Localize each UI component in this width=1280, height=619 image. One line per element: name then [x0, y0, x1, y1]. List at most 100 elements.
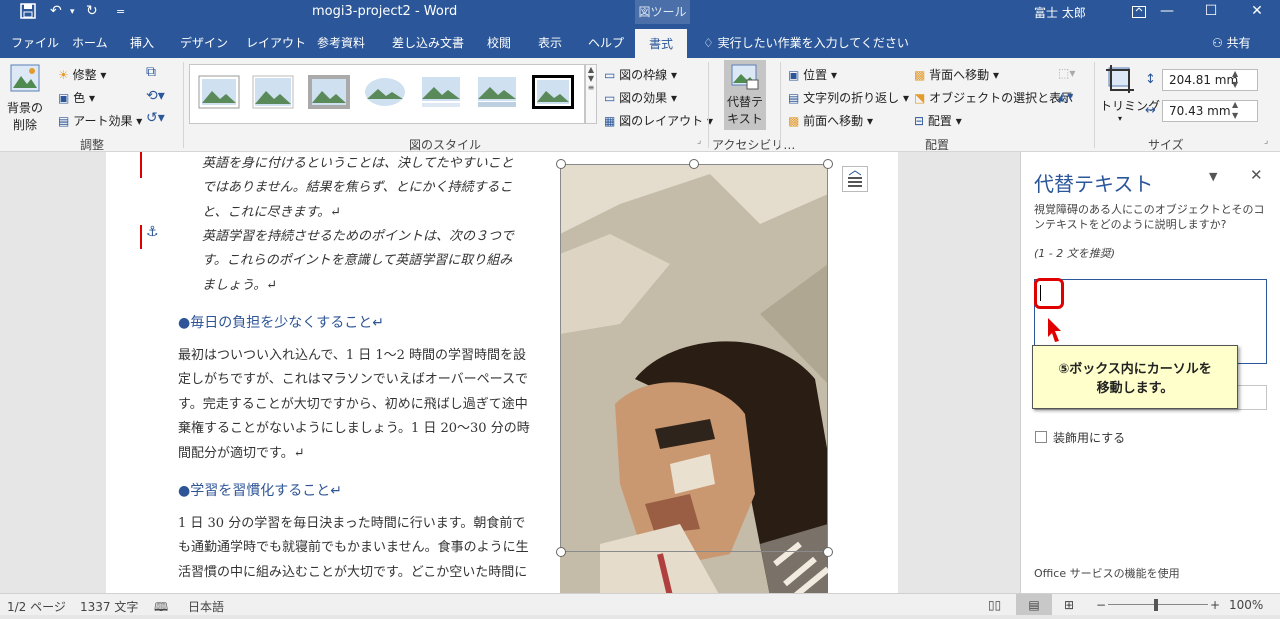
tab-references[interactable]: 参考資料: [317, 34, 365, 51]
tab-help[interactable]: ヘルプ: [588, 34, 624, 51]
document-area[interactable]: ⚓ 英語を身に付けるということは、決してたやすいこと ではありません。結果を焦ら…: [0, 152, 1020, 593]
person-icon: ⚇: [1212, 36, 1227, 50]
zoom-level[interactable]: 100%: [1229, 598, 1263, 612]
tab-home[interactable]: ホーム: [72, 34, 108, 51]
text-line: 棄権することがないようにしましょう。1 日 20～30 分の時: [178, 421, 530, 437]
gallery-scroll[interactable]: ▲ ▼ ≡: [585, 64, 597, 124]
height-spinner[interactable]: ▲ ▼: [1232, 68, 1238, 90]
save-icon[interactable]: [20, 3, 36, 23]
paragraph-3: 最初はついつい入れ込んで、1 日 1～2 時間の学習時間を設 定しがちですが、こ…: [178, 344, 530, 466]
proofing-icon[interactable]: 🕮: [154, 598, 168, 619]
picture-effects-button[interactable]: ▭ 図の効果 ▾: [604, 89, 677, 106]
change-picture-icon[interactable]: ⟲▾: [146, 88, 165, 104]
effects-icon: ▭: [604, 91, 616, 105]
document-page[interactable]: ⚓ 英語を身に付けるということは、決してたやすいこと ではありません。結果を焦ら…: [106, 152, 898, 593]
selection-pane-label: オブジェクトの選択と表示: [929, 91, 1074, 105]
separator: [780, 62, 781, 148]
undo-dropdown-icon[interactable]: ▾: [70, 7, 75, 17]
instruction-callout: ⑤ボックス内にカーソルを 移動します。: [1032, 345, 1238, 409]
style-thumb-5[interactable]: [420, 75, 462, 109]
style-thumb-2[interactable]: [252, 75, 294, 109]
minimize-icon[interactable]: —: [1144, 0, 1190, 24]
tab-layout[interactable]: レイアウト: [246, 34, 306, 51]
remove-background-label-1: 背景の: [6, 101, 43, 115]
send-backward-icon: ▩: [914, 68, 926, 82]
page-count[interactable]: 1/2 ページ: [7, 598, 66, 615]
tab-file[interactable]: ファイル: [11, 34, 59, 51]
zoom-out-icon[interactable]: −: [1096, 598, 1106, 612]
group-objects-icon[interactable]: ⬚▾: [1058, 66, 1075, 80]
dialog-launcher-icon[interactable]: ⌟: [1264, 136, 1268, 146]
style-thumb-7[interactable]: [532, 75, 574, 109]
layout-options-button[interactable]: [842, 166, 868, 192]
tab-format[interactable]: 書式: [635, 29, 688, 58]
rotate-icon[interactable]: ◭▾: [1058, 89, 1073, 103]
remove-background-button[interactable]: 背景の 削除: [6, 64, 44, 133]
maximize-icon[interactable]: ☐: [1188, 0, 1234, 24]
crop-button[interactable]: トリミング ▾: [1100, 64, 1160, 123]
callout-line-2: 移動します。: [1096, 381, 1174, 396]
context-tab-picture-tools: 図ツール: [635, 0, 690, 24]
color-button[interactable]: ▣ 色 ▾: [58, 89, 95, 106]
height-value: 204.81 mm: [1169, 73, 1239, 87]
picture-border-button[interactable]: ▭ 図の枠線 ▾: [604, 66, 677, 83]
resize-handle[interactable]: [823, 159, 833, 169]
position-button[interactable]: ▣ 位置 ▾: [788, 66, 837, 83]
height-field[interactable]: 204.81 mm: [1162, 69, 1258, 91]
user-name[interactable]: 富士 太郎: [1034, 4, 1086, 21]
send-backward-button[interactable]: ▩ 背面へ移動 ▾: [914, 66, 999, 83]
text-line: す。完走することが大切ですから、初めに飛ばし過ぎて途中: [178, 396, 528, 412]
style-thumb-3[interactable]: [308, 75, 350, 109]
width-spinner[interactable]: ▲ ▼: [1232, 99, 1238, 121]
zoom-in-icon[interactable]: +: [1210, 598, 1220, 612]
tab-review[interactable]: 校閲: [487, 34, 511, 51]
tell-me-search[interactable]: ♢ 実行したい作業を入力してください: [703, 34, 909, 51]
pane-options-icon[interactable]: ▼: [1209, 170, 1217, 183]
word-count[interactable]: 1337 文字: [80, 598, 138, 615]
wrap-text-button[interactable]: ▤ 文字列の折り返し ▾: [788, 89, 909, 106]
tab-design[interactable]: デザイン: [180, 34, 228, 51]
print-layout-icon[interactable]: ▤: [1016, 594, 1052, 615]
style-thumb-4[interactable]: [364, 75, 406, 109]
style-thumb-1[interactable]: [198, 75, 240, 109]
reset-picture-icon[interactable]: ↺▾: [146, 110, 165, 126]
group-label-adjust: 調整: [80, 138, 105, 152]
anchor-icon[interactable]: ⚓: [146, 224, 159, 240]
resize-handle[interactable]: [823, 547, 833, 557]
width-value: 70.43 mm: [1169, 104, 1231, 118]
decorative-checkbox[interactable]: [1035, 431, 1047, 443]
remove-background-label-2: 削除: [12, 118, 37, 132]
wrap-text-label: 文字列の折り返し: [803, 91, 900, 105]
compress-pictures-icon[interactable]: ⧉: [146, 64, 156, 80]
zoom-slider[interactable]: [1108, 604, 1208, 605]
alt-text-button[interactable]: 代替テ キスト: [724, 60, 766, 130]
corrections-button[interactable]: ☀ 修整 ▾: [58, 66, 106, 83]
align-button[interactable]: ⊟ 配置 ▾: [914, 112, 962, 129]
bring-forward-button[interactable]: ▩ 前面へ移動 ▾: [788, 112, 873, 129]
style-thumb-6[interactable]: [476, 75, 518, 109]
picture-styles-gallery[interactable]: [189, 64, 585, 124]
zoom-slider-thumb[interactable]: [1154, 599, 1158, 611]
tab-view[interactable]: 表示: [538, 34, 562, 51]
picture-layout-button[interactable]: ▦ 図のレイアウト ▾: [604, 112, 713, 129]
undo-icon[interactable]: ↶: [50, 3, 62, 19]
language[interactable]: 日本語: [188, 598, 224, 615]
paragraph-4: 1 日 30 分の学習を毎日決まった時間に行います。朝食前で も通勤通学時でも就…: [178, 512, 529, 585]
artistic-effects-icon: ▤: [58, 114, 70, 128]
customize-qat-icon[interactable]: =: [116, 5, 125, 18]
width-field[interactable]: 70.43 mm: [1162, 100, 1258, 122]
close-icon[interactable]: ✕: [1234, 0, 1280, 24]
read-mode-icon[interactable]: ▯▯: [988, 598, 1001, 612]
tab-mailings[interactable]: 差し込み文書: [392, 34, 464, 51]
resize-handle[interactable]: [689, 159, 699, 169]
selection-pane-button[interactable]: ⬔ オブジェクトの選択と表示: [914, 89, 1073, 106]
redo-icon[interactable]: ↻: [86, 3, 98, 19]
share-button[interactable]: ⚇ 共有: [1212, 34, 1251, 51]
tab-insert[interactable]: 挿入: [130, 34, 154, 51]
dialog-launcher-icon[interactable]: ⌟: [697, 136, 701, 146]
resize-handle[interactable]: [556, 159, 566, 169]
web-layout-icon[interactable]: ⊞: [1064, 598, 1074, 612]
pane-close-icon[interactable]: ✕: [1250, 166, 1263, 184]
resize-handle[interactable]: [556, 547, 566, 557]
artistic-effects-button[interactable]: ▤ アート効果 ▾: [58, 112, 142, 129]
